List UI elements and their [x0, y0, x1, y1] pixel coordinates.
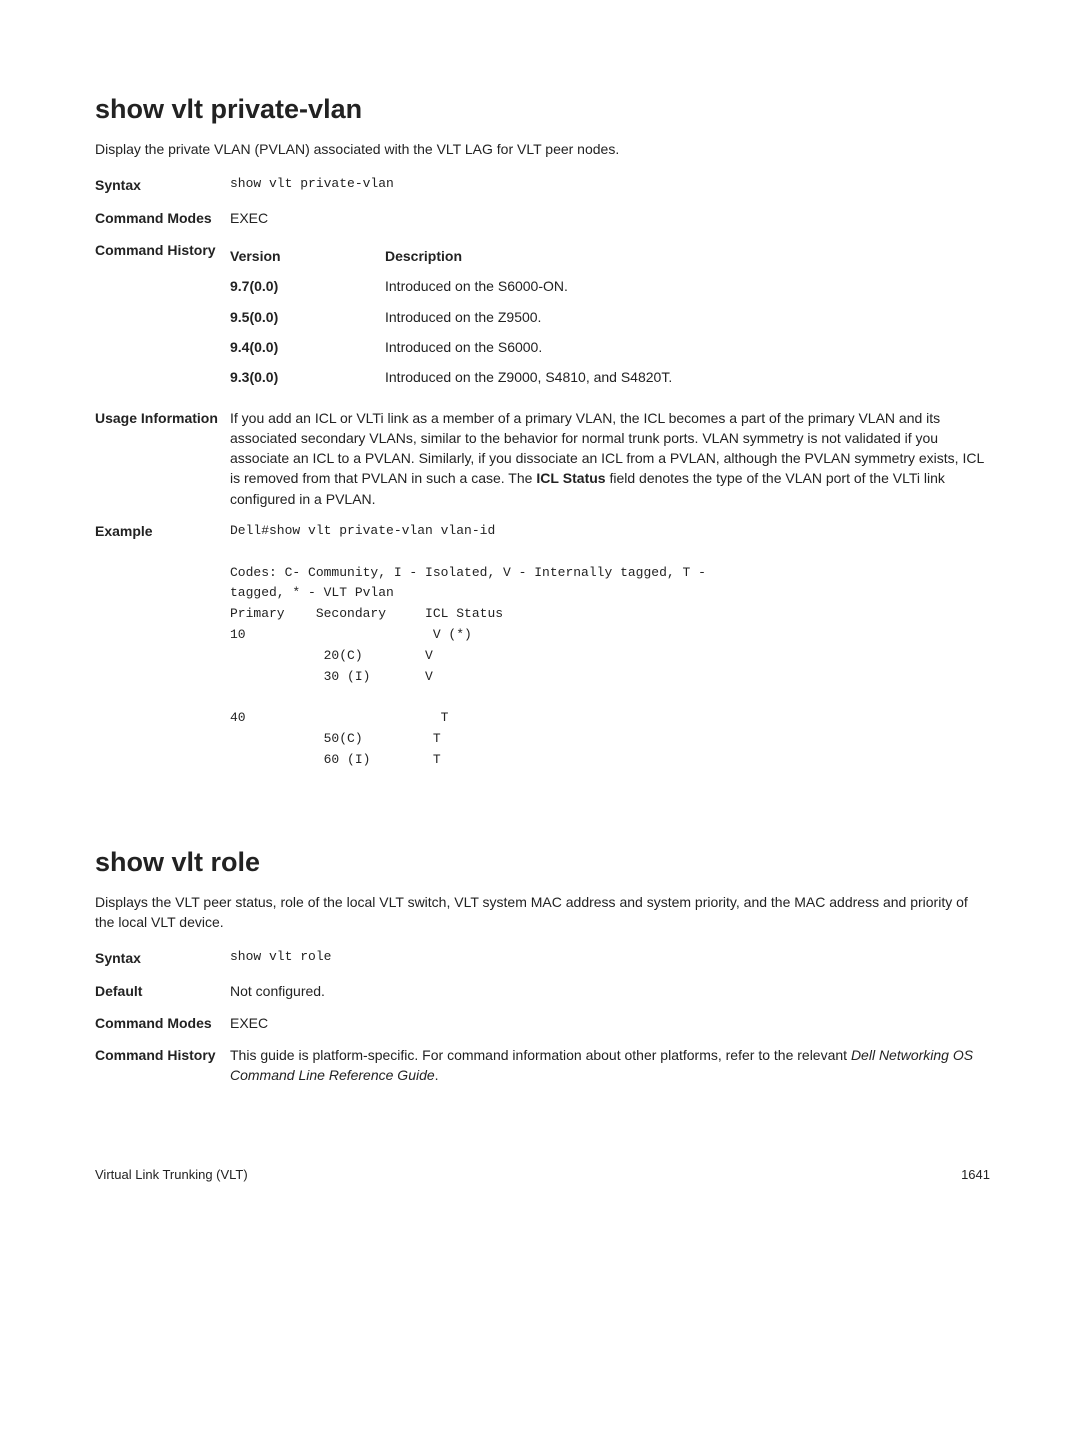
usage-label: Usage Information: [95, 408, 230, 509]
usage-text: If you add an ICL or VLTi link as a memb…: [230, 408, 990, 509]
syntax-row: Syntax show vlt private-vlan: [95, 175, 990, 195]
history-text: This guide is platform-specific. For com…: [230, 1045, 990, 1086]
history-entry: 9.4(0.0) Introduced on the S6000.: [230, 337, 990, 357]
syntax-row: Syntax show vlt role: [95, 948, 990, 968]
default-label: Default: [95, 981, 230, 1001]
syntax-value: show vlt role: [230, 948, 990, 968]
cmd-modes-label: Command Modes: [95, 1013, 230, 1033]
cmd-modes-label: Command Modes: [95, 208, 230, 228]
page-footer: Virtual Link Trunking (VLT) 1641: [95, 1166, 990, 1185]
history-version: 9.3(0.0): [230, 367, 385, 387]
history-row: Command History This guide is platform-s…: [95, 1045, 990, 1086]
history-desc: Introduced on the Z9500.: [385, 307, 990, 327]
syntax-value: show vlt private-vlan: [230, 175, 990, 195]
history-label: Command History: [95, 240, 230, 397]
cmd-modes-row: Command Modes EXEC: [95, 1013, 990, 1033]
section-heading: show vlt private-vlan: [95, 90, 990, 129]
example-label: Example: [95, 521, 230, 771]
cmd-modes-row: Command Modes EXEC: [95, 208, 990, 228]
section-heading: show vlt role: [95, 843, 990, 882]
usage-bold-icl: ICL: [536, 470, 559, 486]
history-desc: Introduced on the S6000-ON.: [385, 276, 990, 296]
history-version: 9.5(0.0): [230, 307, 385, 327]
cmd-modes-value: EXEC: [230, 208, 990, 228]
section-intro: Display the private VLAN (PVLAN) associa…: [95, 139, 990, 159]
history-row: Command History Version Description 9.7(…: [95, 240, 990, 397]
history-desc-header: Description: [385, 246, 990, 266]
history-text-post: .: [435, 1067, 439, 1083]
footer-left: Virtual Link Trunking (VLT): [95, 1166, 248, 1185]
default-value: Not configured.: [230, 981, 990, 1001]
cmd-modes-value: EXEC: [230, 1013, 990, 1033]
history-version: 9.4(0.0): [230, 337, 385, 357]
history-desc: Introduced on the S6000.: [385, 337, 990, 357]
usage-row: Usage Information If you add an ICL or V…: [95, 408, 990, 509]
usage-bold-status: Status: [563, 470, 606, 486]
default-row: Default Not configured.: [95, 981, 990, 1001]
example-code: Dell#show vlt private-vlan vlan-id Codes…: [230, 521, 990, 771]
footer-right: 1641: [961, 1166, 990, 1185]
syntax-label: Syntax: [95, 948, 230, 968]
history-entry: 9.5(0.0) Introduced on the Z9500.: [230, 307, 990, 327]
history-version-header: Version: [230, 246, 385, 266]
history-entry: 9.3(0.0) Introduced on the Z9000, S4810,…: [230, 367, 990, 387]
history-entry: 9.7(0.0) Introduced on the S6000-ON.: [230, 276, 990, 296]
syntax-label: Syntax: [95, 175, 230, 195]
history-label: Command History: [95, 1045, 230, 1086]
history-text-pre: This guide is platform-specific. For com…: [230, 1047, 851, 1063]
history-version: 9.7(0.0): [230, 276, 385, 296]
history-desc: Introduced on the Z9000, S4810, and S482…: [385, 367, 990, 387]
example-row: Example Dell#show vlt private-vlan vlan-…: [95, 521, 990, 771]
section-intro: Displays the VLT peer status, role of th…: [95, 892, 990, 933]
